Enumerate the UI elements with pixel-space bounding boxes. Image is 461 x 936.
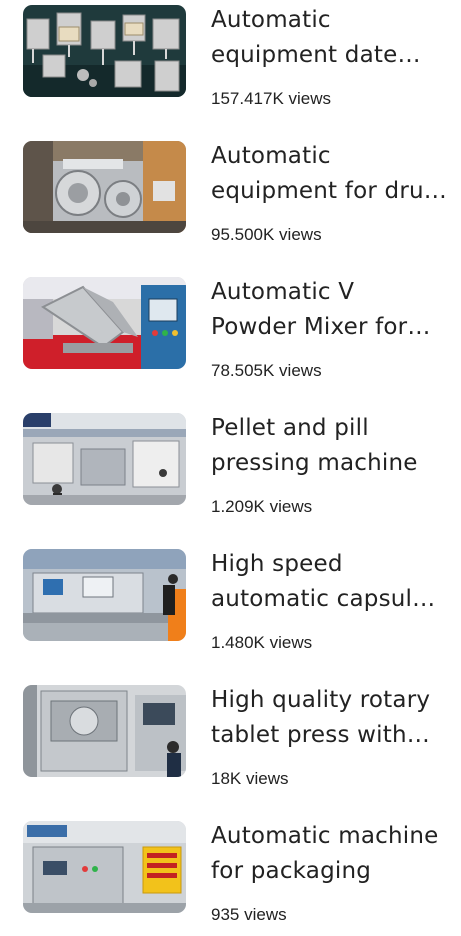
video-list-item[interactable]: Automatic machine for packaging 935 view… — [0, 816, 461, 936]
view-count: 935 views — [211, 905, 287, 924]
stainless-rollers-icon — [23, 141, 186, 233]
video-thumbnail[interactable] — [23, 685, 186, 777]
video-title[interactable]: Automatic V Powder Mixer for pharmaceuti… — [211, 275, 447, 345]
aluminum-molds-icon — [23, 5, 186, 97]
video-title[interactable]: High quality rotary tablet press with au… — [211, 683, 447, 753]
video-thumbnail[interactable] — [23, 5, 186, 97]
view-count: 1.480K views — [211, 633, 313, 652]
video-list-item[interactable]: Automatic equipment for drug manufacturi… — [0, 136, 461, 256]
video-thumbnail[interactable] — [23, 141, 186, 233]
video-thumbnail[interactable] — [23, 549, 186, 641]
video-list-item[interactable]: Automatic V Powder Mixer for pharmaceuti… — [0, 272, 461, 392]
video-title[interactable]: Automatic equipment date cutter for mach… — [211, 3, 447, 73]
video-list-item[interactable]: Automatic equipment date cutter for mach… — [0, 0, 461, 120]
video-list-item[interactable]: High quality rotary tablet press with au… — [0, 680, 461, 800]
v-mixer-icon — [23, 277, 186, 369]
video-title[interactable]: Automatic machine for packaging — [211, 819, 447, 889]
video-thumbnail[interactable] — [23, 413, 186, 505]
video-list-item[interactable]: Pellet and pill pressing machine 1.209K … — [0, 408, 461, 528]
video-thumbnail[interactable] — [23, 821, 186, 913]
tablet-press-icon — [23, 685, 186, 777]
production-line-icon — [23, 549, 186, 641]
video-title[interactable]: Pellet and pill pressing machine — [211, 411, 447, 481]
video-title[interactable]: High speed automatic capsule filling — [211, 547, 447, 617]
view-count: 78.505K views — [211, 361, 322, 380]
view-count: 157.417K views — [211, 89, 332, 108]
video-title[interactable]: Automatic equipment for drug manufacturi… — [211, 139, 447, 209]
exhibition-booth-icon — [23, 413, 186, 505]
video-list: Automatic equipment date cutter for mach… — [0, 0, 461, 925]
packaging-machine-icon — [23, 821, 186, 913]
view-count: 95.500K views — [211, 225, 322, 244]
view-count: 1.209K views — [211, 497, 313, 516]
video-thumbnail[interactable] — [23, 277, 186, 369]
video-list-item[interactable]: High speed automatic capsule filling 1.4… — [0, 544, 461, 664]
view-count: 18K views — [211, 769, 289, 788]
